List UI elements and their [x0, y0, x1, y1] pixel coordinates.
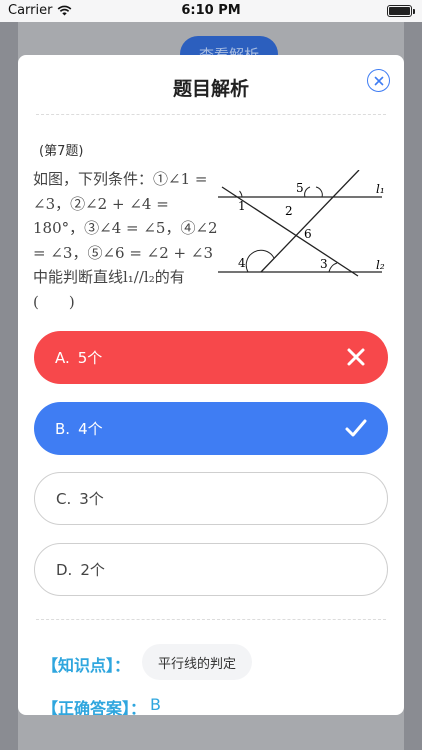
analysis-modal: 题目解析 (第7题) 如图，下列条件：①∠1 = ∠3，②∠2 + ∠4 = 1…: [18, 55, 404, 715]
geometry-figure: 1 2 3 4 5 6 l₁ l₂: [218, 170, 385, 277]
angle-label-5: 5: [296, 181, 304, 195]
divider: [36, 619, 386, 620]
check-icon: [345, 419, 367, 437]
option-text: 2个: [80, 561, 105, 579]
close-icon: [374, 76, 383, 85]
angle-label-2: 2: [285, 204, 293, 218]
option-text: 5个: [77, 349, 103, 367]
correct-answer-label: 【正确答案】：: [42, 699, 147, 715]
status-time: 6:10 PM: [181, 3, 241, 18]
option-text: 3个: [79, 490, 104, 508]
question-text: 如图，下列条件：①∠1 = ∠3，②∠2 + ∠4 = 180°，③∠4 = ∠…: [33, 170, 218, 311]
angle-label-3: 3: [320, 257, 328, 271]
knowledge-point-label: 【知识点】：: [42, 656, 131, 675]
angle-label-1: 1: [238, 199, 246, 213]
modal-title: 题目解析: [172, 78, 249, 100]
angle-label-4: 4: [238, 256, 246, 270]
knowledge-point-chip[interactable]: 平行线的判定: [142, 644, 253, 680]
option-letter: B.: [55, 419, 71, 438]
question-number: (第7题): [39, 144, 84, 159]
option-letter: A.: [55, 348, 70, 367]
option-c[interactable]: C. 3个: [34, 472, 388, 525]
option-d[interactable]: D. 2个: [34, 543, 388, 596]
option-text: 4个: [78, 420, 103, 438]
option-a[interactable]: A. 5个: [34, 331, 388, 384]
status-bar: Carrier 6:10 PM: [0, 0, 422, 22]
cross-icon: [347, 348, 365, 366]
line-label-l1: l₁: [376, 182, 385, 196]
option-b[interactable]: B. 4个: [34, 402, 388, 455]
battery-icon: [387, 5, 415, 17]
correct-answer-value: B: [150, 695, 161, 714]
close-button[interactable]: [367, 69, 390, 92]
angle-label-6: 6: [304, 227, 312, 241]
option-letter: C.: [56, 489, 72, 508]
divider: [36, 114, 386, 115]
line-label-l2: l₂: [376, 258, 385, 272]
option-letter: D.: [56, 560, 73, 579]
